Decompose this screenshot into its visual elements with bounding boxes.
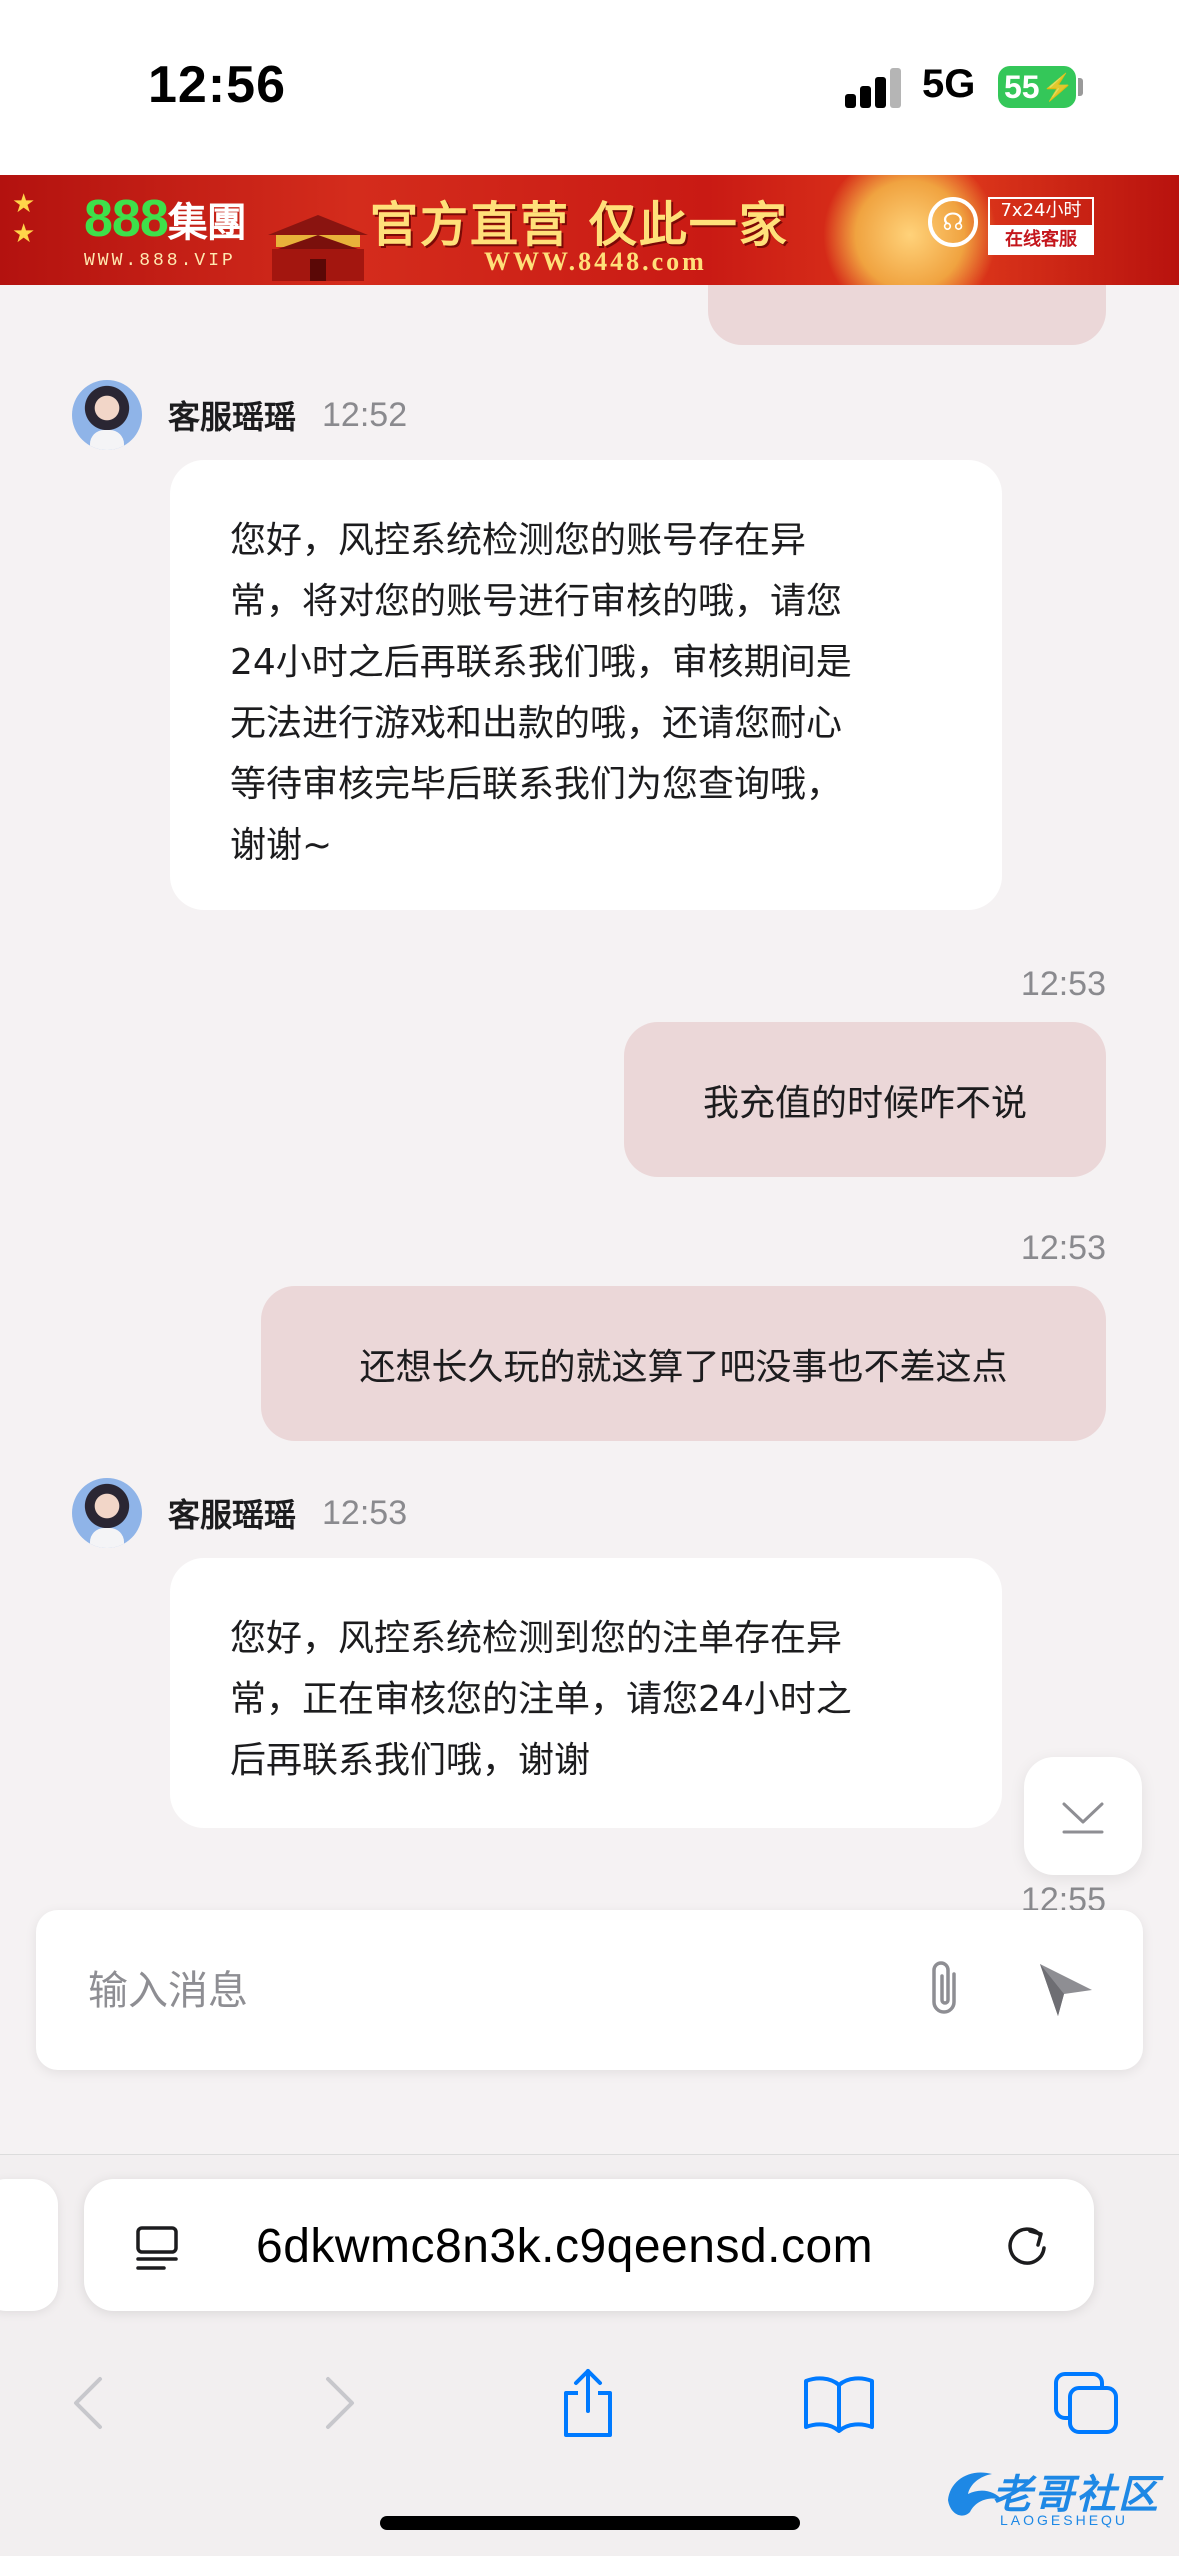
chevron-left-icon — [74, 2377, 102, 2429]
message-line: 您好，风控系统检测您的账号存在异 — [230, 520, 807, 561]
brand-number: 888 — [84, 190, 169, 248]
share-icon — [564, 2369, 612, 2437]
agent-header: 客服瑶瑶 12:52 — [72, 380, 407, 450]
message-line: 常，正在审核您的注单，请您24小时之 — [230, 1679, 852, 1720]
message-line: 24小时之后再联系我们哦，审核期间是 — [230, 642, 852, 683]
message-time: 12:53 — [322, 1493, 408, 1532]
cellular-signal-icon — [845, 68, 903, 108]
battery-tip — [1078, 78, 1083, 96]
home-indicator[interactable] — [380, 2516, 800, 2530]
message-time: 12:55 — [1020, 1881, 1106, 1910]
scroll-to-bottom-button[interactable] — [1024, 1757, 1142, 1875]
customer-service-icon: ☊ — [928, 197, 978, 247]
ad-banner[interactable]: ★ ★ 888集團 WWW.888.VIP 官方直营 仅此一家 WWW.8448.… — [0, 175, 1179, 285]
message-composer[interactable]: 输入消息 — [36, 1910, 1143, 2070]
site-watermark: 老哥社区 LAOGESHEQU — [940, 2456, 1170, 2536]
reload-icon[interactable] — [1002, 2221, 1052, 2271]
bookmarks-button[interactable] — [799, 2363, 879, 2443]
back-button[interactable] — [48, 2363, 128, 2443]
outgoing-message[interactable]: 还想长久玩的就这算了吧没事也不差这点 — [261, 1286, 1106, 1441]
attachment-icon[interactable] — [920, 1956, 970, 2022]
stars-decoration: ★ ★ — [12, 189, 36, 249]
gate-illustration-icon — [268, 215, 368, 281]
battery-level: 55 — [1004, 68, 1040, 105]
message-line: 您好，风控系统检测到您的注单存在异 — [230, 1618, 843, 1659]
incoming-message[interactable]: 您好，风控系统检测到您的注单存在异 常，正在审核您的注单，请您24小时之 后再联… — [170, 1558, 1002, 1828]
tabs-button[interactable] — [1047, 2363, 1127, 2443]
online-service-label: 在线客服 — [988, 225, 1094, 255]
share-button[interactable] — [548, 2363, 628, 2443]
agent-name: 客服瑶瑶 — [168, 398, 297, 436]
brand-name: 集團 — [167, 201, 247, 245]
agent-avatar[interactable] — [72, 1478, 142, 1548]
page-menu-icon[interactable] — [134, 2223, 184, 2273]
status-bar: 12:56 5G 55 ⚡ — [0, 0, 1179, 175]
send-icon[interactable] — [1034, 1956, 1098, 2020]
message-time: 12:53 — [1020, 965, 1106, 1003]
previous-tab-preview[interactable] — [0, 2179, 58, 2311]
banner-slogan: 官方直营 仅此一家 — [370, 197, 789, 253]
agent-avatar[interactable] — [72, 380, 142, 450]
brand-url: WWW.888.VIP — [84, 251, 236, 271]
message-input[interactable]: 输入消息 — [88, 1958, 248, 2016]
message-time: 12:52 — [322, 395, 408, 434]
message-line: 无法进行游戏和出款的哦，还请您耐心 — [230, 703, 843, 744]
message-line: 常，将对您的账号进行审核的哦，请您 — [230, 581, 843, 622]
message-time: 12:53 — [1020, 1229, 1106, 1267]
book-icon — [804, 2376, 874, 2433]
forward-button[interactable] — [300, 2363, 380, 2443]
banner-domain: WWW.8448.com — [484, 247, 707, 276]
chevron-right-icon — [326, 2377, 354, 2429]
charging-bolt-icon: ⚡ — [1041, 71, 1074, 102]
incoming-message[interactable]: 您好，风控系统检测您的账号存在异 常，将对您的账号进行审核的哦，请您 24小时之… — [170, 460, 1002, 910]
network-type: 5G — [922, 62, 976, 106]
message-text: 我充值的时候咋不说 — [702, 1082, 1027, 1124]
message-line: 等待审核完毕后联系我们为您查询哦， — [230, 764, 843, 805]
url-text[interactable]: 6dkwmc8n3k.c9qeensd.com — [256, 2219, 873, 2274]
outgoing-message[interactable]: 我充值的时候咋不说 — [624, 1022, 1106, 1177]
message-line: 谢谢~ — [230, 825, 333, 866]
tabs-icon — [1054, 2372, 1118, 2434]
previous-message-bubble — [708, 285, 1106, 345]
service-hours: 7x24小时 — [988, 197, 1094, 225]
message-text: 还想长久玩的就这算了吧没事也不差这点 — [359, 1346, 1008, 1388]
agent-header: 客服瑶瑶 12:53 — [72, 1478, 407, 1548]
status-time: 12:56 — [148, 56, 286, 114]
agent-name: 客服瑶瑶 — [168, 1496, 297, 1534]
chat-thread[interactable]: 客服瑶瑶 12:52 您好，风控系统检测您的账号存在异 常，将对您的账号进行审核… — [0, 285, 1179, 1910]
brand-logo: 888集團 — [84, 189, 247, 249]
message-line: 后再联系我们哦，谢谢 — [230, 1740, 591, 1781]
battery-icon: 55 ⚡ — [998, 66, 1076, 108]
address-bar[interactable]: 6dkwmc8n3k.c9qeensd.com — [84, 2179, 1094, 2311]
watermark-subtitle: LAOGESHEQU — [1000, 2512, 1129, 2528]
chevron-down-icon — [1062, 1802, 1104, 1834]
